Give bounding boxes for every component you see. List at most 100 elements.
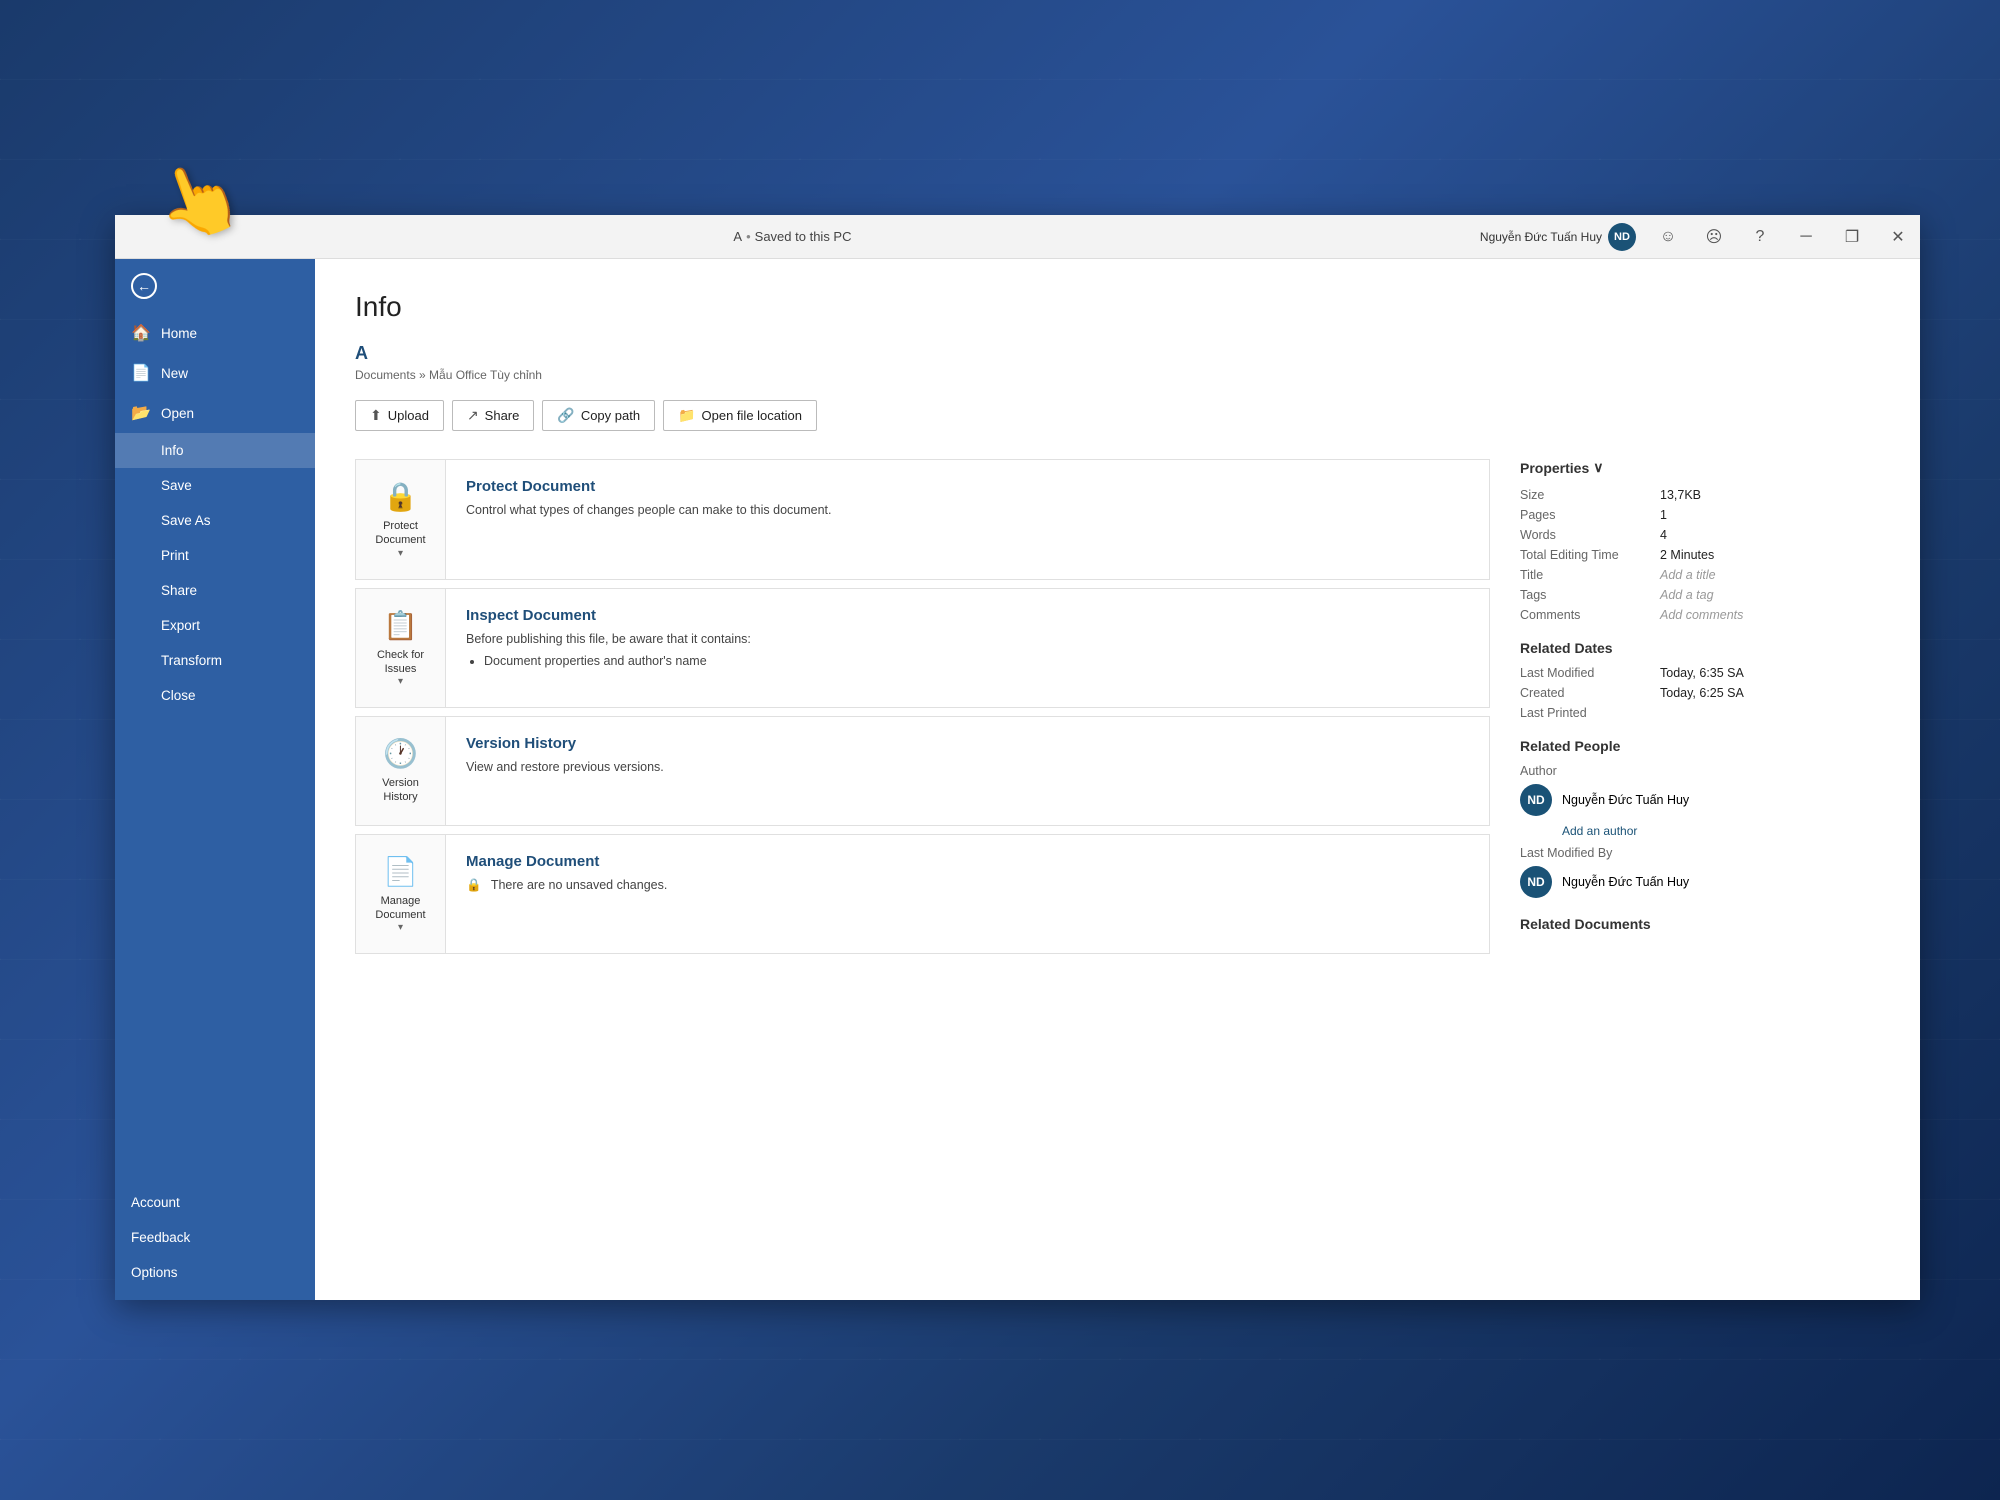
copy-path-icon: 🔗 — [557, 407, 574, 424]
sidebar-open-label: Open — [161, 406, 194, 421]
user-avatar-small: ND — [1608, 223, 1636, 251]
date-last-modified: Last Modified Today, 6:35 SA — [1520, 666, 1880, 680]
back-icon: ← — [131, 273, 157, 299]
sidebar-options-label: Options — [131, 1265, 178, 1280]
check-issues-label: Check forIssues — [377, 648, 424, 677]
manage-document-desc: 🔒 There are no unsaved changes. — [466, 876, 1469, 895]
lock-icon: 🔒 — [383, 480, 418, 513]
sidebar-item-save[interactable]: Save — [115, 468, 315, 503]
manage-document-button[interactable]: 📄 ManageDocument ▾ — [356, 835, 446, 954]
user-name-label: Nguyễn Đức Tuấn Huy — [1480, 230, 1602, 244]
protect-document-title: Protect Document — [466, 478, 1469, 495]
manage-document-card: 📄 ManageDocument ▾ Manage Document 🔒 The… — [355, 834, 1490, 955]
info-right: Properties ∨ Size 13,7KB Pages 1 — [1520, 459, 1880, 962]
check-issues-button[interactable]: 📋 Check forIssues ▾ — [356, 589, 446, 708]
open-location-button[interactable]: 📁 Open file location — [663, 400, 817, 431]
version-history-card: 🕐 VersionHistory Version History View an… — [355, 716, 1490, 826]
saved-status-label: Saved to this PC — [755, 229, 852, 244]
clock-icon: 🕐 — [383, 737, 418, 770]
sidebar-item-export[interactable]: Export — [115, 608, 315, 643]
inspect-document-content: Inspect Document Before publishing this … — [446, 589, 1489, 692]
emoji-happy-button[interactable]: ☺ — [1646, 215, 1690, 259]
author-row: ND Nguyễn Đức Tuấn Huy — [1520, 784, 1880, 816]
last-modified-avatar: ND — [1520, 866, 1552, 898]
minimize-button[interactable]: ─ — [1784, 215, 1828, 259]
sidebar-item-save-as[interactable]: Save As — [115, 503, 315, 538]
share-btn-icon: ↗ — [467, 407, 479, 424]
lock-small-icon: 🔒 — [466, 878, 482, 892]
protect-document-button[interactable]: 🔒 ProtectDocument ▾ — [356, 460, 446, 579]
sidebar-transform-label: Transform — [161, 653, 222, 668]
author-row-label: Author — [1520, 764, 1880, 778]
sidebar-item-account[interactable]: Account — [115, 1185, 315, 1220]
action-buttons: ⬆ Upload ↗ Share 🔗 Copy path 📁 Open file… — [355, 400, 1880, 431]
prop-editing-time: Total Editing Time 2 Minutes — [1520, 548, 1880, 562]
sidebar-item-share[interactable]: Share — [115, 573, 315, 608]
sidebar-item-open[interactable]: 📂 Open — [115, 393, 315, 433]
inspect-document-desc: Before publishing this file, be aware th… — [466, 630, 1469, 672]
help-button[interactable]: ? — [1738, 215, 1782, 259]
info-left: 🔒 ProtectDocument ▾ Protect Document Con… — [355, 459, 1520, 962]
sidebar-item-print[interactable]: Print — [115, 538, 315, 573]
inspect-document-card: 📋 Check forIssues ▾ Inspect Document Bef… — [355, 588, 1490, 709]
protect-chevron-icon: ▾ — [398, 548, 403, 559]
page-title: Info — [355, 291, 1880, 323]
sidebar-item-new[interactable]: 📄 New — [115, 353, 315, 393]
close-button[interactable]: ✕ — [1876, 215, 1920, 259]
sidebar-home-label: Home — [161, 326, 197, 341]
emoji-sad-button[interactable]: ☹ — [1692, 215, 1736, 259]
author-name: Nguyễn Đức Tuấn Huy — [1562, 793, 1689, 807]
title-bar-controls: ☺ ☹ ? ─ ❐ ✕ — [1646, 215, 1920, 259]
sidebar-item-feedback[interactable]: Feedback — [115, 1220, 315, 1255]
back-button[interactable]: ← — [115, 259, 315, 313]
date-created: Created Today, 6:25 SA — [1520, 686, 1880, 700]
sidebar-item-close[interactable]: Close — [115, 678, 315, 713]
copy-path-button[interactable]: 🔗 Copy path — [542, 400, 655, 431]
version-history-desc: View and restore previous versions. — [466, 758, 1469, 777]
share-button[interactable]: ↗ Share — [452, 400, 534, 431]
sidebar-spacer — [115, 713, 315, 1185]
manage-chevron-icon: ▾ — [398, 922, 403, 933]
upload-button[interactable]: ⬆ Upload — [355, 400, 444, 431]
protect-document-card: 🔒 ProtectDocument ▾ Protect Document Con… — [355, 459, 1490, 580]
info-sections: 🔒 ProtectDocument ▾ Protect Document Con… — [355, 459, 1880, 962]
related-people-header: Related People — [1520, 738, 1880, 754]
manage-doc-icon: 📄 — [383, 855, 418, 888]
last-modified-name: Nguyễn Đức Tuấn Huy — [1562, 875, 1689, 889]
version-history-content: Version History View and restore previou… — [446, 717, 1489, 795]
title-bar: A • Saved to this PC Nguyễn Đức Tuấn Huy… — [115, 215, 1920, 259]
sidebar-item-info[interactable]: Info — [115, 433, 315, 468]
add-author-link[interactable]: Add an author — [1562, 824, 1880, 838]
inspect-chevron-icon: ▾ — [398, 676, 403, 687]
content-panel: Info A Documents » Mẫu Office Tùy chỉnh … — [315, 259, 1920, 1300]
sidebar-feedback-label: Feedback — [131, 1230, 190, 1245]
sidebar-print-label: Print — [161, 548, 189, 563]
related-dates-header: Related Dates — [1520, 640, 1880, 656]
sidebar-new-label: New — [161, 366, 188, 381]
sidebar-close-label: Close — [161, 688, 196, 703]
manage-document-title: Manage Document — [466, 853, 1469, 870]
sidebar-share-label: Share — [161, 583, 197, 598]
sidebar-item-home[interactable]: 🏠 Home — [115, 313, 315, 353]
sidebar-bottom: Account Feedback Options — [115, 1185, 315, 1300]
inspect-list-item: Document properties and author's name — [484, 652, 1469, 671]
sidebar-save-label: Save — [161, 478, 192, 493]
sidebar-info-label: Info — [161, 443, 184, 458]
doc-title-label: A — [733, 229, 742, 244]
sidebar-item-transform[interactable]: Transform — [115, 643, 315, 678]
protect-document-desc: Control what types of changes people can… — [466, 501, 1469, 520]
main-area: ← 🏠 Home 📄 New 📂 Open Info Save — [115, 259, 1920, 1300]
sidebar-save-as-label: Save As — [161, 513, 211, 528]
prop-size: Size 13,7KB — [1520, 488, 1880, 502]
last-modified-by-label-row: Last Modified By — [1520, 846, 1880, 860]
document-name: A — [355, 343, 1880, 364]
prop-tags: Tags Add a tag — [1520, 588, 1880, 602]
maximize-button[interactable]: ❐ — [1830, 215, 1874, 259]
version-history-button[interactable]: 🕐 VersionHistory — [356, 717, 446, 825]
sidebar-item-options[interactable]: Options — [115, 1255, 315, 1290]
office-window: A • Saved to this PC Nguyễn Đức Tuấn Huy… — [115, 215, 1920, 1300]
properties-header[interactable]: Properties ∨ — [1520, 459, 1880, 476]
sidebar-account-label: Account — [131, 1195, 180, 1210]
related-dates-table: Last Modified Today, 6:35 SA Created Tod… — [1520, 666, 1880, 720]
version-history-label: VersionHistory — [382, 776, 419, 805]
